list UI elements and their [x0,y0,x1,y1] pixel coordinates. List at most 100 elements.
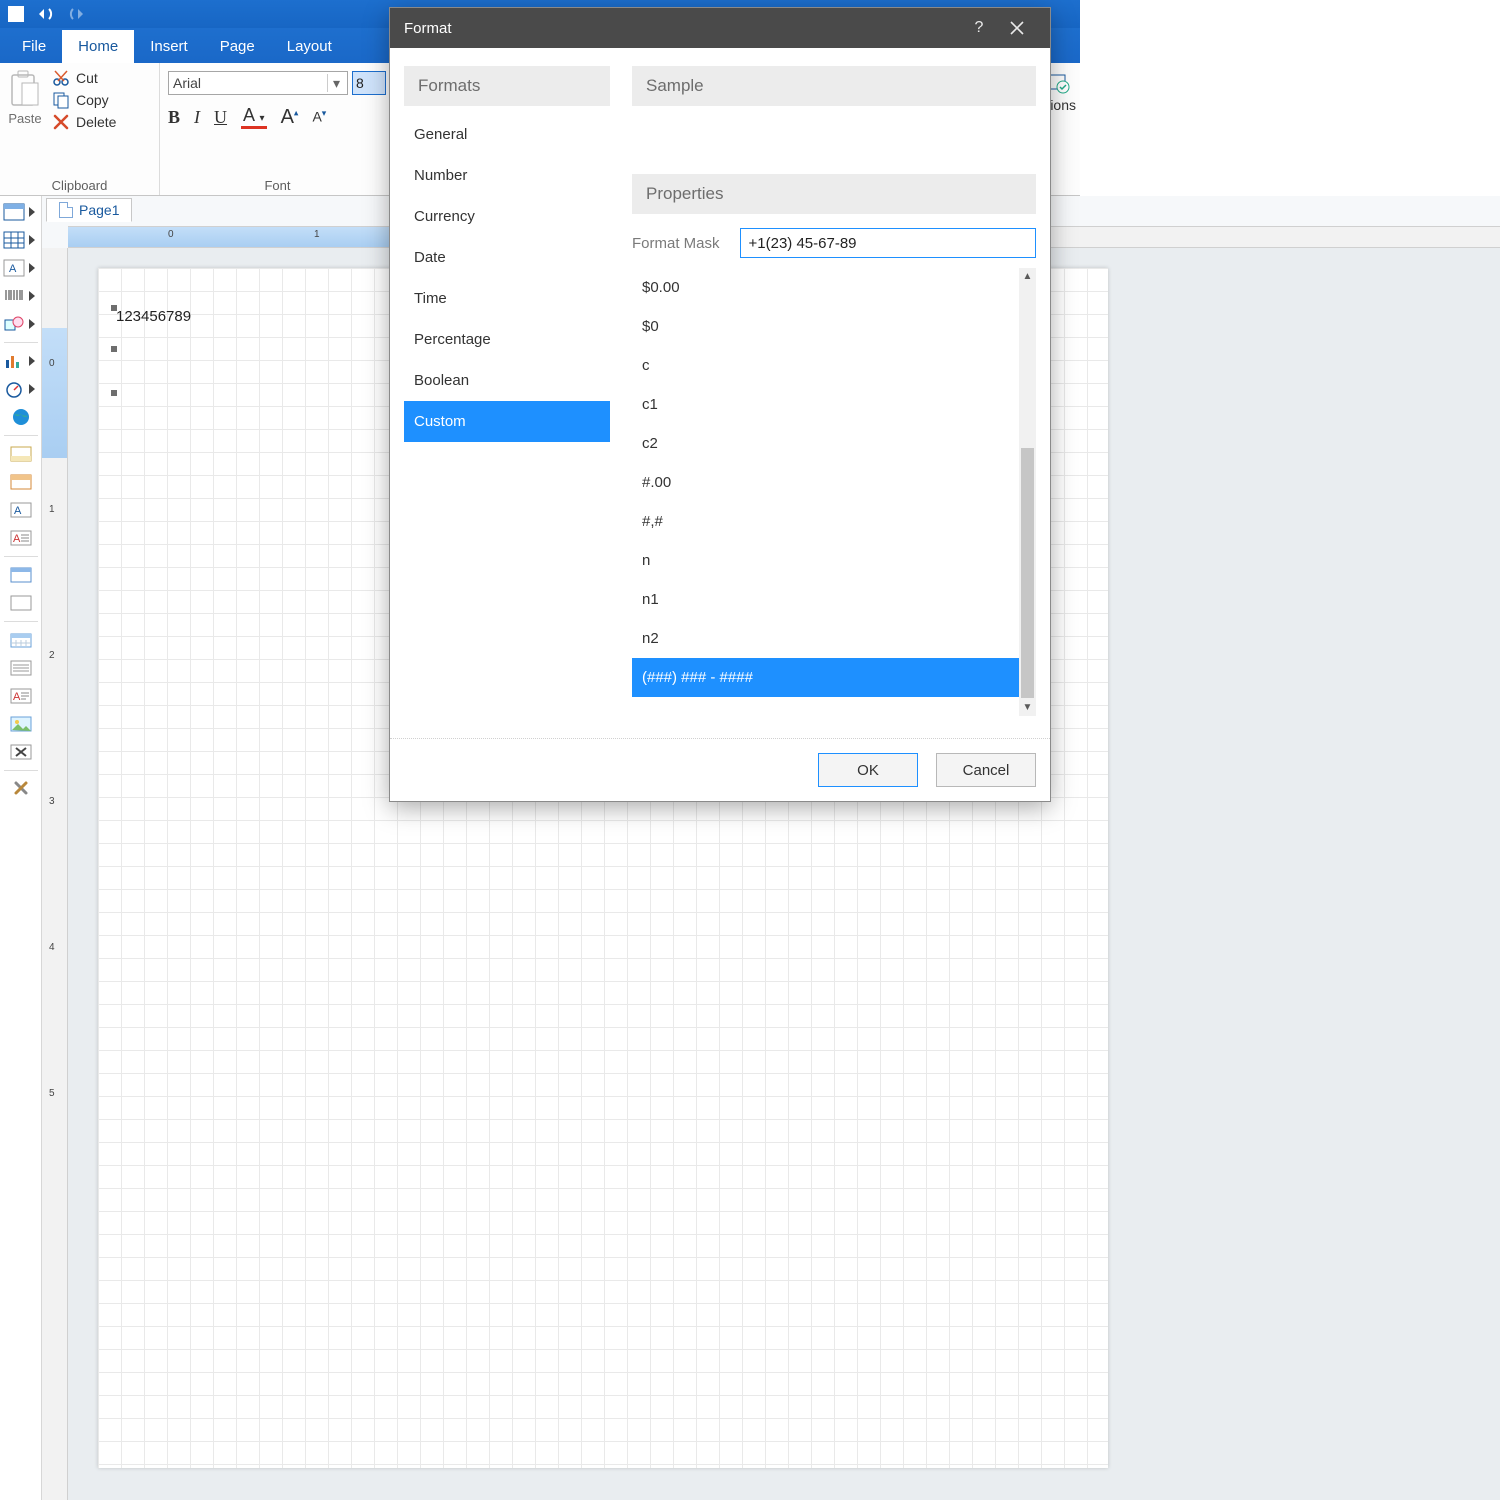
cancel-button[interactable]: Cancel [936,753,1036,787]
scroll-down-icon[interactable]: ▼ [1019,699,1036,716]
scroll-up-icon[interactable]: ▲ [1019,268,1036,285]
bold-button[interactable]: B [168,107,180,128]
format-category-date[interactable]: Date [404,237,610,278]
tool-rect-blue[interactable] [3,561,39,589]
help-icon[interactable]: ? [960,8,998,48]
shrink-font-button[interactable]: A▾ [312,108,326,127]
dialog-titlebar[interactable]: Format ? [390,8,1050,48]
format-category-time[interactable]: Time [404,278,610,319]
ruler-v-3: 3 [49,796,55,807]
tab-insert[interactable]: Insert [134,30,204,63]
tab-file[interactable]: File [6,30,62,63]
format-category-number[interactable]: Number [404,155,610,196]
format-category-currency[interactable]: Currency [404,196,610,237]
tool-gauge[interactable] [3,375,39,403]
tool-band[interactable] [3,198,39,226]
cut-button[interactable]: Cut [52,69,116,87]
format-mask-label: Format Mask [632,235,720,252]
mask-option[interactable]: c [632,346,1019,385]
redo-icon[interactable] [66,4,86,24]
delete-button[interactable]: Delete [52,113,116,131]
tool-image[interactable] [3,710,39,738]
tool-textbox[interactable]: A [3,496,39,524]
font-size-value: 8 [356,75,364,91]
tab-page[interactable]: Page [204,30,271,63]
close-icon[interactable] [998,8,1036,48]
tool-chart[interactable] [3,347,39,375]
font-size-input[interactable]: 8 [352,71,386,95]
tool-panel-yellow[interactable] [3,440,39,468]
tool-textbox-lines[interactable]: A [3,524,39,552]
tool-settings[interactable] [3,775,39,803]
paste-button[interactable]: Paste [6,67,48,176]
format-category-percentage[interactable]: Percentage [404,319,610,360]
mask-option[interactable]: $0.00 [632,268,1019,307]
format-category-boolean[interactable]: Boolean [404,360,610,401]
tool-rect-plain[interactable] [3,589,39,617]
format-category-list: General Number Currency Date Time Percen… [404,114,610,442]
tab-layout[interactable]: Layout [271,30,348,63]
underline-button[interactable]: U [214,107,227,128]
sample-header: Sample [632,66,1036,106]
italic-button[interactable]: I [194,107,200,128]
group-clipboard-label: Clipboard [6,176,153,193]
ruler-v-4: 4 [49,942,55,953]
save-icon[interactable] [6,4,26,24]
tool-list[interactable] [3,654,39,682]
selection-handle[interactable] [111,305,117,311]
font-family-select[interactable]: Arial ▾ [168,71,348,95]
tool-barcode[interactable] [3,282,39,310]
mask-option[interactable]: c2 [632,424,1019,463]
format-mask-input[interactable] [740,228,1036,258]
mask-option[interactable]: n2 [632,619,1019,658]
mask-option[interactable]: n1 [632,580,1019,619]
format-dialog: Format ? Formats General Number Currency… [390,8,1050,801]
scroll-thumb[interactable] [1021,448,1034,698]
mask-option[interactable]: (###) ### - #### [632,658,1019,697]
tool-map[interactable] [3,403,39,431]
page-tab-label: Page1 [79,202,119,218]
dialog-footer: OK Cancel [390,738,1050,801]
mask-option[interactable]: #.00 [632,463,1019,502]
font-color-button[interactable]: A ▾ [241,105,267,129]
paste-label: Paste [8,111,41,126]
copy-button[interactable]: Copy [52,91,116,109]
page-tab-1[interactable]: Page1 [46,198,132,222]
mask-option[interactable]: #,# [632,502,1019,541]
selection-handle[interactable] [111,346,117,352]
left-toolbox: A A A A [0,196,42,1500]
format-category-general[interactable]: General [404,114,610,155]
grow-font-button[interactable]: A▴ [281,106,299,129]
tool-table[interactable] [3,226,39,254]
chevron-down-icon[interactable]: ▾ [327,74,345,92]
selection-handle[interactable] [111,390,117,396]
ok-button[interactable]: OK [818,753,918,787]
group-font-label: Font [166,176,389,193]
tool-panel-orange[interactable] [3,468,39,496]
properties-header: Properties [632,174,1036,214]
tool-richtext[interactable]: A [3,682,39,710]
group-clipboard: Paste Cut Copy Delete Clipboard [0,63,160,195]
dialog-title: Format [404,20,452,37]
svg-text:A: A [14,505,22,517]
tool-remove[interactable] [3,738,39,766]
tool-shape[interactable] [3,310,39,338]
copy-label: Copy [76,92,109,108]
text-object[interactable]: 123456789 [114,308,193,325]
tool-calendar[interactable] [3,626,39,654]
mask-option[interactable]: $0 [632,307,1019,346]
formats-header: Formats [404,66,610,106]
svg-text:A: A [13,533,21,545]
format-category-custom[interactable]: Custom [404,401,610,442]
page-tabs: Page1 [46,196,132,224]
tab-home[interactable]: Home [62,30,134,63]
mask-option[interactable]: c1 [632,385,1019,424]
scrollbar[interactable]: ▲ ▼ [1019,268,1036,716]
delete-label: Delete [76,114,116,130]
tool-text[interactable]: A [3,254,39,282]
sample-preview [632,106,1036,174]
mask-option[interactable]: n [632,541,1019,580]
undo-icon[interactable] [36,4,56,24]
ruler-v-2: 2 [49,650,55,661]
formats-panel: Formats General Number Currency Date Tim… [404,66,610,730]
